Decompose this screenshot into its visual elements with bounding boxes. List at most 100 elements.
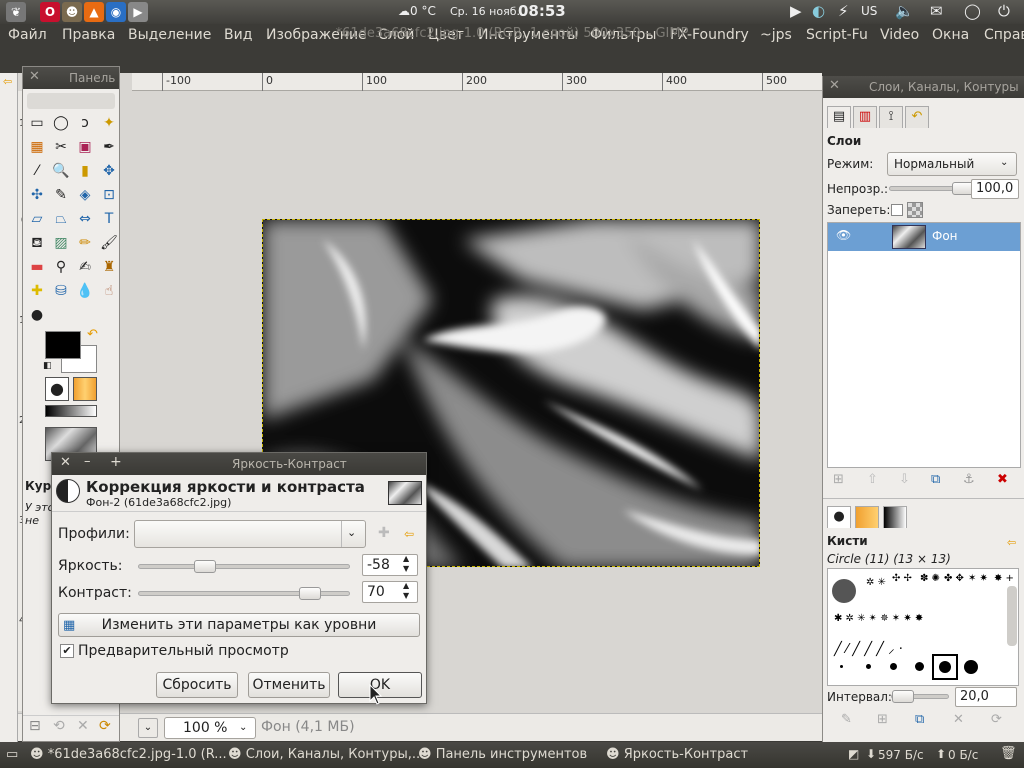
spacing-spinbutton[interactable]: 20,0 [955, 687, 1017, 707]
refresh-brushes-icon[interactable]: ⟳ [991, 712, 1002, 727]
lock-alpha-icon[interactable] [907, 202, 923, 218]
brush-item[interactable] [890, 663, 897, 670]
opera-icon[interactable]: O [40, 2, 60, 22]
brushes-tab-icon[interactable]: ● [827, 506, 851, 528]
brush-item[interactable] [964, 660, 978, 674]
spacing-slider[interactable] [891, 690, 949, 703]
menu-file[interactable]: Файл [8, 27, 47, 43]
delete-options-icon[interactable]: ✕ [77, 718, 89, 734]
measure-icon[interactable]: ▮ [75, 161, 95, 181]
pencil-icon[interactable]: ✏ [75, 233, 95, 253]
brush-item[interactable] [866, 664, 871, 669]
gimp-icon[interactable]: ☻ [62, 2, 82, 22]
vlc-icon[interactable]: ▲ [84, 2, 104, 22]
new-brush-icon[interactable]: ⊞ [877, 712, 888, 727]
rect-select-icon[interactable]: ▭ [27, 113, 47, 133]
raise-layer-icon[interactable]: ⇧ [867, 472, 878, 487]
dock-titlebar[interactable]: ✕ Слои, Каналы, Контуры [823, 76, 1024, 98]
terminal-icon[interactable]: ▶ [128, 2, 148, 22]
edit-as-levels-button[interactable]: ▦ Изменить эти параметры как уровни [58, 613, 420, 637]
eraser-icon[interactable]: ▬ [27, 257, 47, 277]
close-icon[interactable]: ✕ [60, 455, 71, 470]
select-by-color-icon[interactable]: ▦ [27, 137, 47, 157]
menu-tools[interactable]: Инструменты [478, 27, 578, 43]
eye-icon[interactable]: 👁 [836, 228, 851, 242]
shear-icon[interactable]: ▱ [27, 209, 47, 229]
smudge-icon[interactable]: ☝ [99, 281, 119, 301]
flip-icon[interactable]: ⇔ [75, 209, 95, 229]
menu-script-fu[interactable]: Script-Fu [806, 27, 868, 43]
perspective-icon[interactable]: ⏢ [51, 209, 71, 229]
add-profile-icon[interactable]: ✚ [378, 525, 390, 541]
magic-wand-icon[interactable]: ✦ [99, 113, 119, 133]
text-icon[interactable]: T [99, 209, 119, 229]
foreground-select-icon[interactable]: ▣ [75, 137, 95, 157]
minimize-icon[interactable]: – [84, 454, 91, 469]
clone-icon[interactable]: ♜ [99, 257, 119, 277]
brush-item[interactable]: ✽ ✺ [920, 573, 940, 584]
taskbar-task[interactable]: ☻ *61de3a68cfc2.jpg-1.0 (R... [30, 747, 227, 762]
firefox-icon[interactable]: ◉ [106, 2, 126, 22]
mail-icon[interactable]: ✉ [930, 2, 943, 20]
menu-windows[interactable]: Окна [932, 27, 969, 43]
taskbar-task[interactable]: ☻ Слои, Каналы, Контуры,... [228, 747, 424, 762]
brush-item[interactable]: ✤ ✥ [944, 573, 964, 584]
paths-icon[interactable]: ✒ [99, 137, 119, 157]
dodge-burn-icon[interactable]: ● [27, 305, 47, 325]
play-icon[interactable]: ▶ [790, 2, 802, 20]
taskbar-task[interactable]: ☻ Яркость-Контраст [606, 747, 748, 762]
menu-fx-foundry[interactable]: FX-Foundry [670, 27, 749, 43]
clock-text[interactable]: 08:53 [518, 2, 566, 20]
paths-tab-icon[interactable]: ⟟ [879, 106, 903, 128]
paintbrush-icon[interactable]: 🖌 [99, 233, 119, 253]
trash-icon[interactable]: 🗑 [1000, 746, 1017, 761]
ellipse-select-icon[interactable]: ◯ [51, 113, 71, 133]
lasso-icon[interactable]: ↄ [75, 113, 95, 133]
pattern-preview-icon[interactable] [73, 377, 97, 401]
brightness-spinbutton[interactable]: -58 ▲ ▼ [362, 554, 418, 576]
blend-icon[interactable]: ▨ [51, 233, 71, 253]
menu-image[interactable]: Изображение [266, 27, 367, 43]
brush-item[interactable]: ✱ ✲ ✳ ✴ ✵ ✶ ✷ ✸ [834, 613, 923, 624]
gnome-foot-icon[interactable]: ❦ [6, 2, 26, 22]
default-colors-icon[interactable]: ◧ [43, 361, 52, 371]
airbrush-icon[interactable]: ⚲ [51, 257, 71, 277]
reset-options-icon[interactable]: ⟳ [99, 718, 111, 734]
restore-options-icon[interactable]: ⟲ [53, 718, 65, 734]
ink-icon[interactable]: ✍ [75, 257, 95, 277]
menu-jps[interactable]: ~jps [760, 27, 792, 43]
layers-list[interactable]: 👁 Фон [827, 222, 1021, 468]
spin-arrows-icon[interactable]: ▲ ▼ [403, 581, 409, 601]
mode-select[interactable]: Нормальный ⌄ [887, 152, 1017, 176]
zoom-icon[interactable]: 🔍 [51, 161, 71, 181]
reset-button[interactable]: Сбросить [156, 672, 238, 698]
profile-menu-icon[interactable]: ⇦ [404, 527, 414, 541]
lower-layer-icon[interactable]: ⇩ [899, 472, 910, 487]
cancel-button[interactable]: Отменить [248, 672, 330, 698]
menu-select[interactable]: Выделение [128, 27, 211, 43]
brush-item[interactable] [832, 579, 856, 603]
menu-color[interactable]: Цвет [428, 27, 464, 43]
opacity-slider[interactable] [889, 182, 974, 195]
taskbar-task[interactable]: ☻ Панель инструментов [418, 747, 587, 762]
move-icon[interactable]: ✥ [99, 161, 119, 181]
menu-help[interactable]: Справ [984, 27, 1024, 43]
date-text[interactable]: Ср. 16 нояб. [450, 5, 520, 18]
layer-name[interactable]: Фон [932, 229, 958, 243]
menu-edit[interactable]: Правка [62, 27, 115, 43]
arrow-left-icon[interactable]: ⇦ [3, 75, 12, 88]
menu-filters[interactable]: Фильтры [590, 27, 656, 43]
brightness-slider-thumb[interactable] [194, 560, 216, 573]
blur-icon[interactable]: 💧 [75, 281, 95, 301]
menu-view[interactable]: Вид [224, 27, 252, 43]
close-icon[interactable]: ✕ [29, 69, 40, 84]
duplicate-brush-icon[interactable]: ⧉ [915, 712, 924, 727]
keyboard-layout[interactable]: US [861, 4, 877, 18]
scissors-icon[interactable]: ✂ [51, 137, 71, 157]
brush-preview-icon[interactable]: ● [45, 377, 69, 401]
contrast-spinbutton[interactable]: 70 ▲ ▼ [362, 581, 418, 603]
network-icon[interactable]: ◐ [812, 2, 825, 20]
brushes-scrollbar[interactable] [1007, 586, 1017, 646]
close-icon[interactable]: ✕ [829, 78, 840, 93]
heal-icon[interactable]: ✚ [27, 281, 47, 301]
